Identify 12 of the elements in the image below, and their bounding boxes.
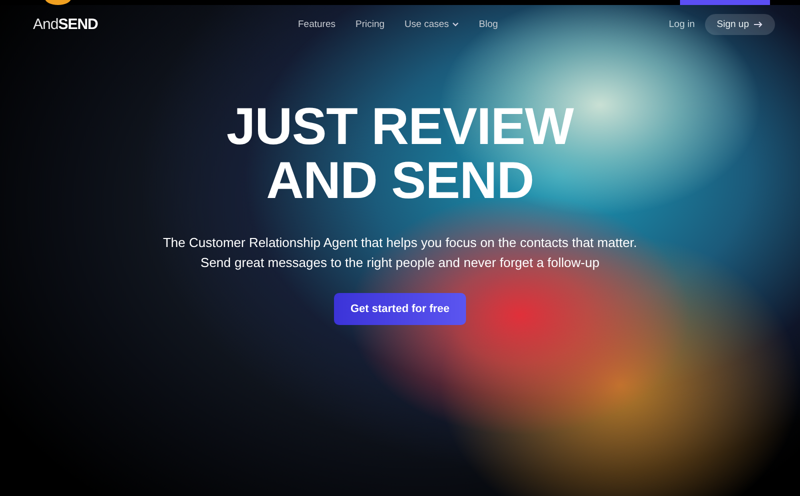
- logo[interactable]: AndSEND: [33, 16, 283, 32]
- hero-title: JUST REVIEW AND SEND: [226, 100, 574, 208]
- nav-link[interactable]: Features: [298, 18, 336, 30]
- hero-subtitle: The Customer Relationship Agent that helps you focus on the contacts that matter. Send great messages to the right people and never forget a follow-up: [162, 234, 638, 272]
- arrow-right-icon: [754, 20, 763, 28]
- get-started-button[interactable]: Get started for free: [334, 293, 466, 325]
- chevron-down-icon: [452, 22, 459, 26]
- login-link[interactable]: Log in: [668, 18, 695, 30]
- signup-button[interactable]: Sign up: [704, 14, 775, 34]
- nav-link[interactable]: Use cases: [404, 18, 459, 30]
- nav-link[interactable]: Pricing: [356, 18, 385, 30]
- nav-link[interactable]: Blog: [478, 18, 498, 30]
